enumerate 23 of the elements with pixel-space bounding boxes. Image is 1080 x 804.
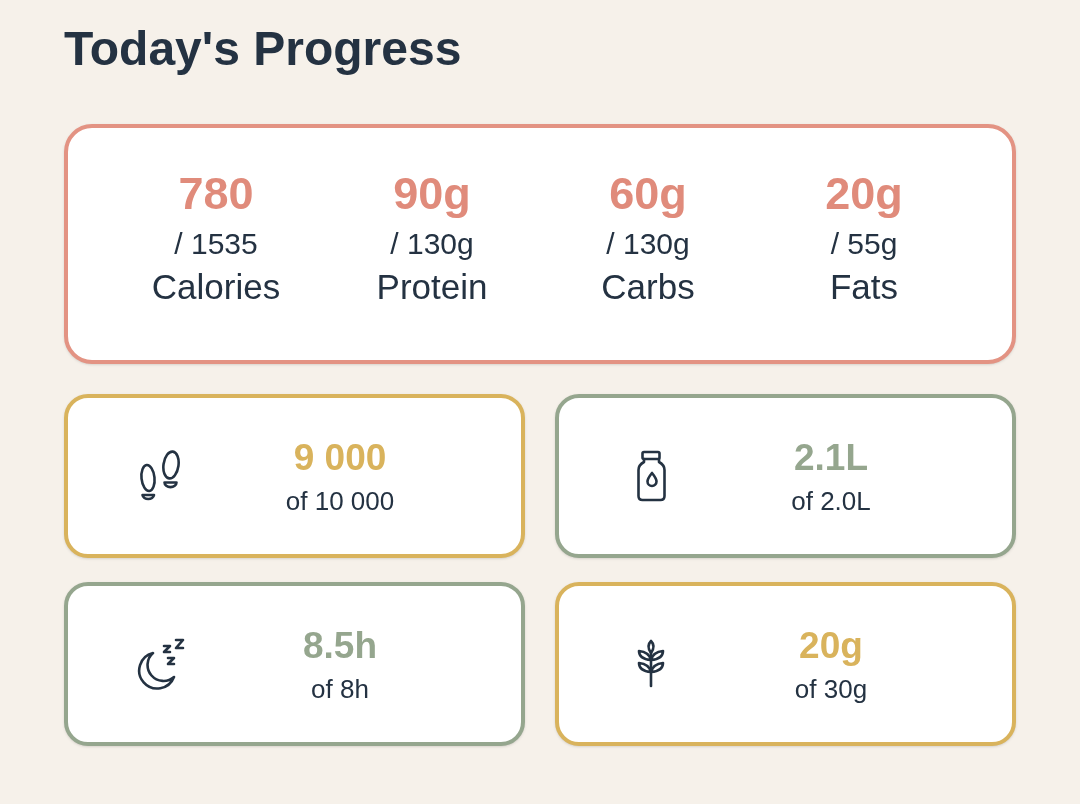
moon-sleep-icon xyxy=(135,637,187,691)
macro-value: 20g xyxy=(825,168,903,220)
macro-target: / 130g xyxy=(606,226,690,262)
macro-label: Protein xyxy=(376,266,488,308)
stat-value: 8.5h xyxy=(302,624,377,668)
macro-value: 60g xyxy=(609,168,687,220)
stat-value: 2.1L xyxy=(793,436,868,480)
macro-value: 90g xyxy=(393,168,471,220)
macro-value: 780 xyxy=(178,168,254,220)
page-title: Today's Progress xyxy=(64,21,462,77)
stat-value: 20g xyxy=(799,624,863,668)
macro-target: / 1535 xyxy=(174,226,258,262)
stat-value: 9 000 xyxy=(293,436,387,480)
stat-goal: of 10 000 xyxy=(285,485,395,517)
stat-goal: of 2.0L xyxy=(791,485,871,517)
macro-label: Calories xyxy=(151,266,281,308)
macro-label: Fats xyxy=(829,266,899,308)
macro-target: / 130g xyxy=(390,226,474,262)
bottle-icon xyxy=(635,448,669,504)
stat-goal: of 30g xyxy=(794,673,868,705)
macro-label: Carbs xyxy=(601,266,695,308)
stat-goal: of 8h xyxy=(311,673,369,705)
macro-target: / 55g xyxy=(830,226,898,262)
